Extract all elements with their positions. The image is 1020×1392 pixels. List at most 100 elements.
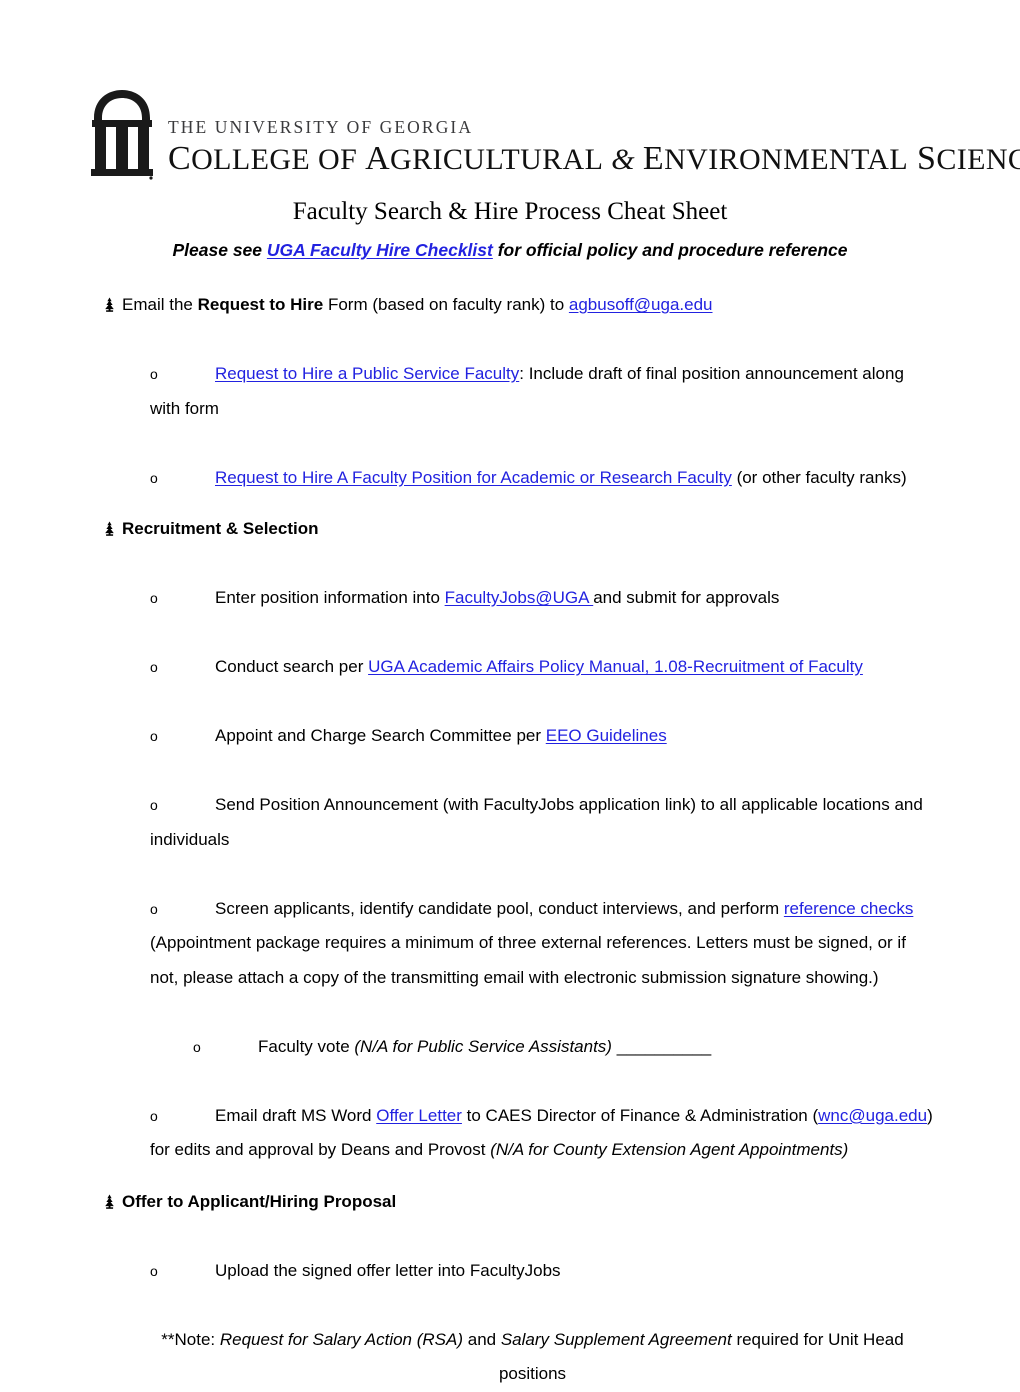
pine-tree-icon <box>103 512 119 547</box>
logo-gricultural: GRICULTURAL <box>390 143 604 176</box>
sub-bullet-faculty-vote: o Faculty vote (N/A for Public Service As… <box>0 1030 1020 1065</box>
conduct-search-text: Conduct search per UGA Academic Affairs … <box>215 657 863 676</box>
heading-offer-to-applicant: Offer to Applicant/Hiring Proposal <box>0 1185 1020 1220</box>
uga-academic-affairs-policy-manual-link[interactable]: UGA Academic Affairs Policy Manual, 1.08… <box>368 657 863 676</box>
upload-offer-letter-text: Upload the signed offer letter into Facu… <box>215 1260 561 1280</box>
appoint-search-committee-text: Appoint and Charge Search Committee per … <box>215 726 667 745</box>
offer-letter-draft-wrap: for edits and approval by Deans and Prov… <box>0 1133 1020 1168</box>
sub-bullet-appoint-search-committee: o Appoint and Charge Search Committee per… <box>0 719 1020 754</box>
bullet-request-to-hire: Email the Request to Hire Form (based on… <box>0 288 1020 323</box>
sub-bullet-screen-applicants: o Screen applicants, identify candidate p… <box>0 892 1020 927</box>
circle-bullet-marker: o <box>150 797 158 813</box>
academic-research-faculty-text: Request to Hire A Faculty Position for A… <box>215 468 907 487</box>
final-note: **Note: Request for Salary Action (RSA) … <box>0 1323 1020 1358</box>
subtitle-before: Please see <box>172 240 267 260</box>
uga-arch-icon <box>88 88 156 180</box>
screen-applicants-text: Screen applicants, identify candidate po… <box>215 899 913 918</box>
logo-university-line: THE UNIVERSITY OF GEORGIA <box>168 116 474 137</box>
faculty-vote-text: Faculty vote (N/A for Public Service Ass… <box>258 1037 711 1056</box>
screen-applicants-wrap-1: (Appointment package requires a minimum … <box>150 933 906 952</box>
uga-faculty-hire-checklist-link[interactable]: UGA Faculty Hire Checklist <box>267 240 493 260</box>
wnc-email-link[interactable]: wnc@uga.edu <box>818 1106 927 1125</box>
sub-bullet-upload-offer-letter: o Upload the signed offer letter into Fac… <box>0 1254 1020 1289</box>
circle-bullet-marker: o <box>150 1107 158 1124</box>
screen-applicants-wrap-2: not, please attach a copy of the transmi… <box>150 967 879 987</box>
screen-applicants-before: Screen applicants, identify candidate po… <box>215 898 784 918</box>
rth-after: Form (based on faculty rank) to <box>323 295 569 314</box>
send-position-announcement-text: Send Position Announcement (with Faculty… <box>215 795 923 814</box>
reference-checks-link[interactable]: reference checks <box>784 899 913 918</box>
sub-bullet-enter-position-info: o Enter position information into Faculty… <box>0 581 1020 616</box>
sub-bullet-offer-letter-draft: o Email draft MS Word Offer Letter to CAE… <box>0 1099 1020 1134</box>
eeo-guidelines-link[interactable]: EEO Guidelines <box>546 726 667 745</box>
circle-bullet-marker: o <box>150 900 158 917</box>
faculty-vote-blank[interactable]: __________ <box>612 1037 712 1056</box>
final-note-wrap: positions <box>498 1364 567 1383</box>
uga-caes-logo: THE UNIVERSITY OF GEORGIA COLLEGE OF AGR… <box>88 88 1020 180</box>
academic-research-after: (or other faculty ranks) <box>731 467 907 487</box>
faculty-vote-italic: (N/A for Public Service Assistants) <box>354 1036 612 1056</box>
faculty-vote-before: Faculty vote <box>258 1036 355 1056</box>
offer-letter-before: Email draft MS Word <box>215 1105 377 1125</box>
public-service-faculty-text: Request to Hire a Public Service Faculty… <box>215 364 904 383</box>
final-note-mid: and <box>463 1329 501 1349</box>
send-position-announcement-wrap: individuals <box>150 829 230 849</box>
conduct-search-before: Conduct search per <box>215 657 369 676</box>
rth-before: Email the <box>122 295 198 314</box>
offer-letter-wrap-before: for edits and approval by Deans and Prov… <box>150 1140 491 1159</box>
logo-of: OF <box>310 143 366 176</box>
appoint-before: Appoint and Charge Search Committee per <box>215 726 546 745</box>
sub-bullet-conduct-search: o Conduct search per UGA Academic Affairs… <box>0 650 1020 685</box>
enter-position-before: Enter position information into <box>215 588 445 607</box>
document-page: THE UNIVERSITY OF GEORGIA COLLEGE OF AGR… <box>0 0 1020 1383</box>
offer-to-applicant-label: Offer to Applicant/Hiring Proposal <box>122 1191 397 1211</box>
enter-position-info-text: Enter position information into FacultyJ… <box>215 588 779 607</box>
pine-tree-icon <box>103 288 119 323</box>
sub-bullet-send-position-announcement: o Send Position Announcement (with Facult… <box>0 788 1020 823</box>
circle-bullet-marker: o <box>193 1038 201 1055</box>
logo-wordmark: THE UNIVERSITY OF GEORGIA COLLEGE OF AGR… <box>168 116 1020 181</box>
logo-e-cap: E <box>642 140 665 177</box>
public-service-after: : Include draft of final position announ… <box>519 364 904 383</box>
offer-letter-mid: to CAES Director of Finance & Administra… <box>461 1105 819 1125</box>
public-service-faculty-wrap: with form <box>150 398 219 418</box>
logo-college-line: COLLEGE OF AGRICULTURAL & ENVIRONMENTAL … <box>168 142 1020 176</box>
logo-a-cap: A <box>365 140 391 177</box>
offer-letter-link[interactable]: Offer Letter <box>376 1106 462 1125</box>
final-note-prefix: **Note: <box>161 1329 220 1349</box>
circle-bullet-marker: o <box>150 728 158 744</box>
page-subtitle: Please see UGA Faculty Hire Checklist fo… <box>0 240 1020 261</box>
logo-nvironmental: NVIRONMENTAL <box>664 143 909 176</box>
request-to-hire-academic-research-link[interactable]: Request to Hire A Faculty Position for A… <box>215 468 732 487</box>
sub-bullet-academic-research-faculty: o Request to Hire A Faculty Position for … <box>0 461 1020 496</box>
offer-letter-draft-text: Email draft MS Word Offer Letter to CAES… <box>215 1106 933 1125</box>
bullet-request-to-hire-text: Email the Request to Hire Form (based on… <box>122 288 1020 323</box>
logo-ciences: CIENCES <box>936 143 1020 176</box>
facultyjobs-uga-link[interactable]: FacultyJobs@UGA <box>445 588 594 607</box>
agbusoff-email-link[interactable]: agbusoff@uga.edu <box>569 295 713 314</box>
heading-recruitment-selection: Recruitment & Selection <box>0 512 1020 547</box>
circle-bullet-marker: o <box>150 1262 158 1279</box>
request-to-hire-public-service-link[interactable]: Request to Hire a Public Service Faculty <box>215 364 519 383</box>
final-note-after: required for Unit Head <box>731 1329 904 1349</box>
page-title: Faculty Search & Hire Process Cheat Shee… <box>292 198 728 225</box>
offer-letter-wrap-italic: (N/A for County Extension Agent Appointm… <box>490 1140 849 1159</box>
logo-c-cap: C <box>168 140 192 177</box>
offer-letter-after: ) <box>927 1105 933 1125</box>
sub-bullet-public-service-faculty: o Request to Hire a Public Service Facult… <box>0 357 1020 392</box>
logo-ollege: OLLEGE <box>191 143 311 176</box>
subtitle-after: for official policy and procedure refere… <box>492 240 848 260</box>
recruitment-selection-label: Recruitment & Selection <box>122 519 319 538</box>
document-body: Email the Request to Hire Form (based on… <box>0 288 1020 1392</box>
